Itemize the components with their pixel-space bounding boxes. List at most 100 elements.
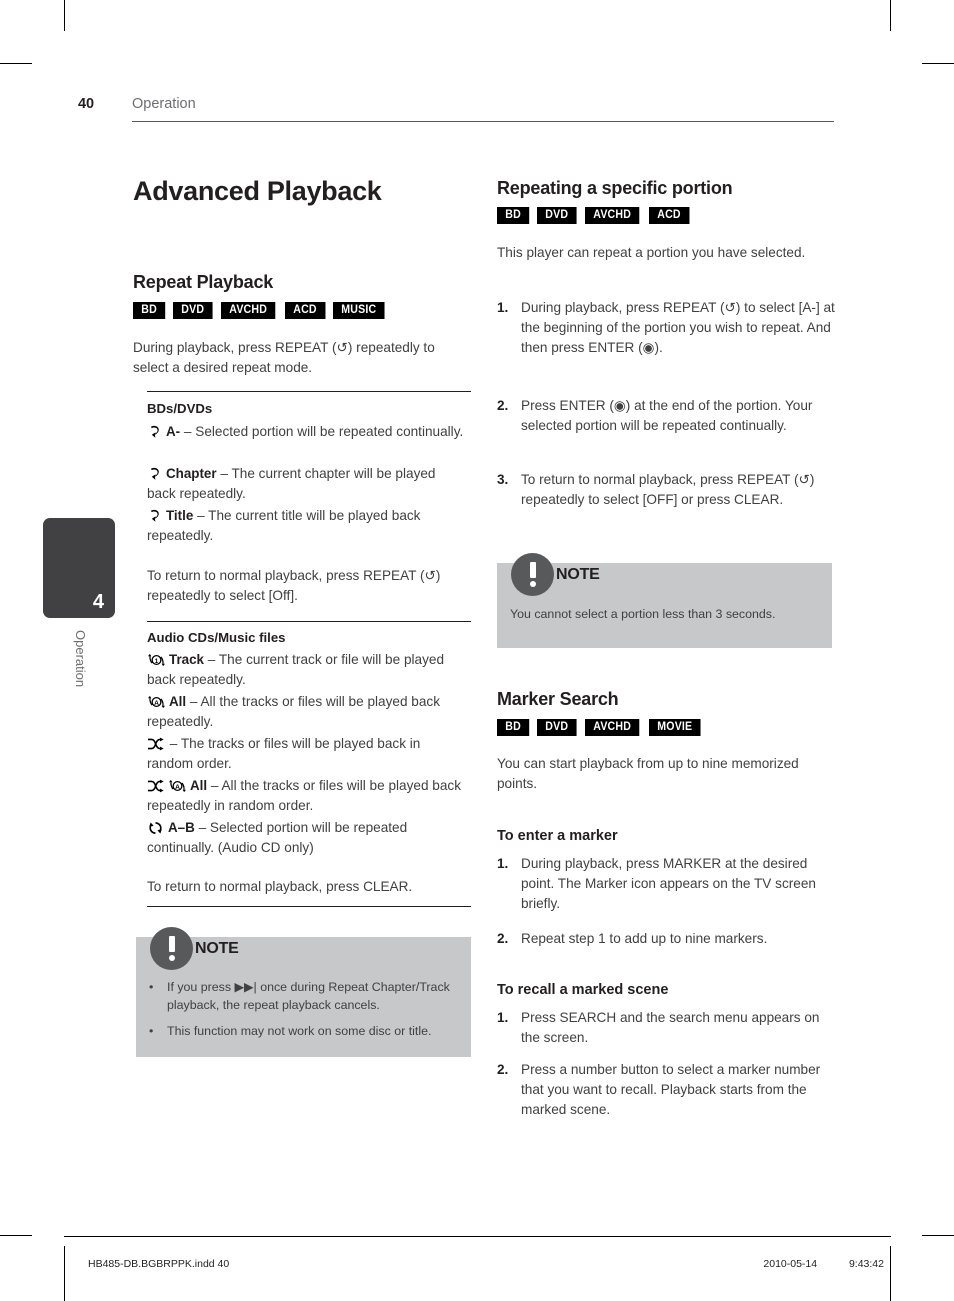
repeat-arrow-icon xyxy=(147,466,162,481)
step-number: 2. xyxy=(497,931,509,946)
media-badge: BD xyxy=(133,302,166,320)
step-item: 3. To return to normal playback, press R… xyxy=(497,470,835,510)
media-badges-repeat-playback: BD DVD AVCHD ACD MUSIC xyxy=(133,302,390,320)
step-text: Press SEARCH and the search menu appears… xyxy=(521,1010,820,1045)
repeat-arrow-icon xyxy=(147,508,162,523)
media-badge: AVCHD xyxy=(220,302,276,320)
repeat-mode-label: A- xyxy=(166,424,181,439)
step-item: 2. Press a number button to select a mar… xyxy=(497,1060,835,1120)
page-number: 40 xyxy=(78,96,94,112)
repeat-mode-label: Title xyxy=(166,508,194,523)
repeat-mode-item-shuffle: – The tracks or files will be played bac… xyxy=(147,734,469,774)
media-badge: ACD xyxy=(648,207,689,225)
repeat-all-icon: A xyxy=(147,695,166,709)
exclamation-icon xyxy=(150,927,193,970)
media-badge: DVD xyxy=(537,719,577,737)
step-number: 2. xyxy=(497,1062,509,1077)
footer-crop-tick-left xyxy=(64,1246,65,1301)
media-badge: DVD xyxy=(537,207,577,225)
footer-divider xyxy=(64,1236,891,1237)
chapter-side-tab-label: Operation xyxy=(73,630,88,688)
note-badge: NOTE xyxy=(511,553,600,596)
repeat-mode-item-all: A All – All the tracks or files will be … xyxy=(147,692,467,732)
divider-audio-cd-bottom xyxy=(147,906,471,907)
repeat-mode-label: Track xyxy=(169,652,204,667)
media-badge: MOVIE xyxy=(648,719,701,737)
step-text: During playback, press REPEAT (↺) to sel… xyxy=(521,300,835,355)
repeat-mode-item-title: Title – The current title will be played… xyxy=(147,506,467,546)
repeat-mode-label: All xyxy=(190,778,208,793)
svg-text:A: A xyxy=(154,700,159,707)
bullet-marker: • xyxy=(149,1024,154,1039)
footer-crop-tick-right xyxy=(890,1246,891,1301)
shuffle-icon xyxy=(147,779,164,793)
chapter-title: Advanced Playback xyxy=(133,176,382,206)
step-number: 1. xyxy=(497,300,509,315)
svg-text:A: A xyxy=(175,784,180,791)
step-text: Press ENTER (◉) at the end of the portio… xyxy=(521,398,813,433)
step-number: 1. xyxy=(497,856,509,871)
step-text: Press a number button to select a marker… xyxy=(521,1062,821,1117)
subheading-to-recall-a-marked-scene: To recall a marked scene xyxy=(497,982,669,998)
note-box-repeating-portion: NOTE You cannot select a portion less th… xyxy=(497,553,832,648)
repeat-mode-item-shuffle-all: A All – All the tracks or files will be … xyxy=(147,776,467,816)
crop-mark-bottom-right-horizontal xyxy=(922,1235,954,1236)
repeat-one-icon: 1 xyxy=(147,653,166,667)
note-title: NOTE xyxy=(556,565,600,583)
note-bullet-text: If you press ▶▶| once during Repeat Chap… xyxy=(167,980,450,1012)
note-title: NOTE xyxy=(195,939,239,957)
repeating-portion-intro: This player can repeat a portion you hav… xyxy=(497,245,806,260)
crop-mark-top-right-horizontal xyxy=(922,63,954,64)
step-text: During playback, press MARKER at the des… xyxy=(521,856,816,911)
repeat-mode-label: All xyxy=(169,694,187,709)
section-heading-repeat-playback: Repeat Playback xyxy=(133,272,274,292)
chapter-side-tab: 4 xyxy=(43,518,115,618)
media-badge: AVCHD xyxy=(584,719,640,737)
repeat-mode-item-a: A- – Selected portion will be repeated c… xyxy=(147,422,467,442)
repeat-mode-label: A–B xyxy=(168,820,195,835)
marker-search-intro: You can start playback from up to nine m… xyxy=(497,756,799,791)
svg-text:1: 1 xyxy=(155,658,159,665)
footer-file-name: HB485-DB.BGBRPPK.indd 40 xyxy=(88,1258,230,1270)
media-badges-repeating-portion: BD DVD AVCHD ACD xyxy=(497,207,692,225)
media-badge: DVD xyxy=(173,302,213,320)
page-header: 40 Operation xyxy=(78,96,834,130)
repeat-arrow-icon xyxy=(147,424,162,439)
subheading-bd-dvds: BDs/DVDs xyxy=(147,401,213,416)
step-number: 3. xyxy=(497,472,509,487)
media-badge: ACD xyxy=(284,302,325,320)
media-badge: AVCHD xyxy=(584,207,640,225)
repeat-mode-label: Chapter xyxy=(166,466,217,481)
repeat-mode-text: – All the tracks or files will be played… xyxy=(147,694,440,729)
bullet-marker: • xyxy=(149,980,154,994)
repeat-playback-intro: During playback, press REPEAT (↺) repeat… xyxy=(133,340,435,375)
exclamation-icon xyxy=(511,553,554,596)
repeat-mode-item-ab: A–B – Selected portion will be repeated … xyxy=(147,818,467,858)
repeat-ab-icon xyxy=(147,821,164,835)
step-item: 1. During playback, press REPEAT (↺) to … xyxy=(497,298,835,358)
media-badges-marker-search: BD DVD AVCHD MOVIE xyxy=(497,719,705,737)
note-bullet-text: This function may not work on some disc … xyxy=(167,1024,432,1039)
step-text: To return to normal playback, press REPE… xyxy=(521,472,815,507)
media-badge: BD xyxy=(497,719,530,737)
footer-time: 9:43:42 xyxy=(848,1258,884,1270)
section-heading-marker-search: Marker Search xyxy=(497,689,619,709)
note-text: You cannot select a portion less than 3 … xyxy=(510,607,776,621)
subheading-audio-cds: Audio CDs/Music files xyxy=(147,630,286,645)
repeat-mode-item-chapter: Chapter – The current chapter will be pl… xyxy=(147,464,467,504)
step-number: 2. xyxy=(497,398,509,413)
chapter-number: 4 xyxy=(92,591,104,613)
note-box-repeat-playback: NOTE • If you press ▶▶| once during Repe… xyxy=(136,927,471,1057)
step-item: 2. Repeat step 1 to add up to nine marke… xyxy=(497,929,835,949)
bd-dvd-return-note: To return to normal playback, press REPE… xyxy=(147,568,441,603)
section-heading-repeating-portion: Repeating a specific portion xyxy=(497,178,733,198)
step-number: 1. xyxy=(497,1010,509,1025)
media-badge: BD xyxy=(497,207,530,225)
step-item: 2. Press ENTER (◉) at the end of the por… xyxy=(497,396,835,436)
note-bullet: • This function may not work on some dis… xyxy=(149,1023,458,1041)
audio-cd-return-note: To return to normal playback, press CLEA… xyxy=(147,879,413,894)
header-section-title: Operation xyxy=(132,96,196,112)
divider-audio-cd-top xyxy=(147,621,471,622)
header-divider xyxy=(132,121,834,122)
repeat-mode-item-track: 1 Track – The current track or file will… xyxy=(147,650,467,690)
